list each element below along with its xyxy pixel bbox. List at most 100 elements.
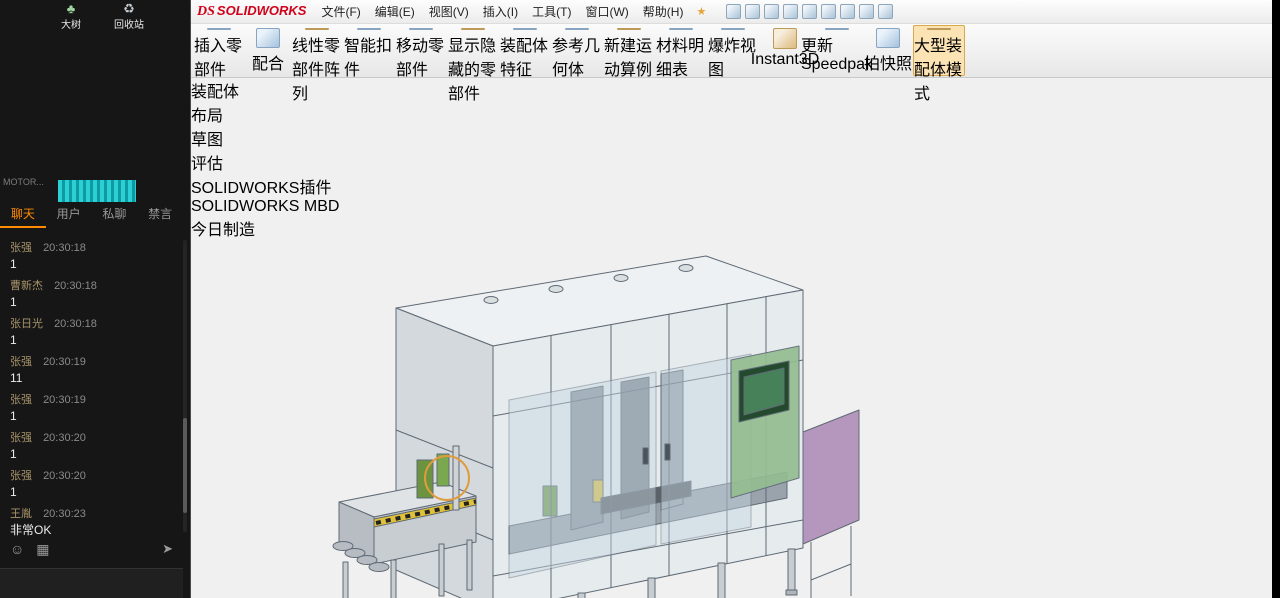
toolbar-icon[interactable]	[859, 4, 875, 19]
ribbon-button-label: 拍快照	[864, 56, 913, 73]
ribbon-button-label: 大型装配体模式	[914, 38, 963, 103]
chat-tab[interactable]: 禁言	[137, 203, 183, 228]
menu-item[interactable]: 窗口(W)	[578, 3, 635, 20]
ribbon-button[interactable]: 插入零部件	[193, 25, 245, 79]
chat-message-author: 张日光	[10, 318, 43, 330]
ribbon-button-icon	[669, 28, 693, 30]
chat-input[interactable]	[0, 568, 183, 598]
ribbon-button-label: 新建运动算例	[604, 38, 653, 79]
solidworks-window: DS SOLIDWORKS 文件(F) 编辑(E) 视图(V) 插入(I) 工具(T) 窗口…	[190, 0, 1272, 598]
chat-message-author: 张强	[10, 242, 32, 254]
ribbon-button[interactable]: 移动零部件	[395, 25, 447, 79]
chat-message-author: 张强	[10, 470, 32, 482]
desktop-icon[interactable]: ♻ 回收站	[106, 1, 152, 32]
commandmanager-tab[interactable]: 布局	[191, 102, 1272, 126]
chat-scrollbar-thumb[interactable]	[183, 418, 187, 513]
chat-message: 王胤 20:30:23 非常OK	[10, 508, 170, 536]
toolbar-icon[interactable]	[745, 4, 761, 19]
toolbar-icon[interactable]	[783, 4, 799, 19]
chat-message: 张强 20:30:20 1	[10, 470, 170, 500]
ribbon-button-icon	[461, 28, 485, 30]
chat-message-header: 王胤 20:30:23	[10, 508, 170, 521]
ribbon-button[interactable]: 智能扣件	[343, 25, 395, 79]
ribbon-button[interactable]: 参考几何体	[551, 25, 603, 79]
graphics-viewport	[191, 240, 1272, 598]
menu-item[interactable]: 工具(T)	[525, 3, 578, 20]
ribbon-button[interactable]: 大型装配体模式	[913, 25, 966, 103]
chat-tab[interactable]: 私聊	[92, 203, 138, 228]
menu-item[interactable]: 文件(F)	[314, 3, 367, 20]
chat-message-time: 20:30:20	[43, 470, 86, 482]
toolbar-icon[interactable]	[821, 4, 837, 19]
menu-item[interactable]: 插入(I)	[476, 3, 525, 20]
ribbon-button[interactable]: 线性零部件阵列	[291, 25, 343, 103]
chat-tab[interactable]: 聊天	[0, 203, 46, 228]
chat-message-time: 20:30:18	[54, 318, 97, 330]
solidworks-menubar: DS SOLIDWORKS 文件(F) 编辑(E) 视图(V) 插入(I) 工具(T) 窗口…	[191, 0, 1272, 24]
desktop-icon-glyph: ♣	[66, 1, 76, 16]
toolbar-icon[interactable]	[802, 4, 818, 19]
commandmanager-tab[interactable]: SOLIDWORKS MBD	[191, 198, 1272, 216]
ribbon-button[interactable]: 新建运动算例	[603, 25, 655, 79]
desktop-icon-label: 大树	[61, 20, 81, 31]
menu-item[interactable]: 编辑(E)	[368, 3, 422, 20]
chat-scrollbar[interactable]	[183, 240, 187, 532]
chat-message-time: 20:30:20	[43, 432, 86, 444]
emoji-icon[interactable]: ☺	[10, 541, 24, 557]
chat-message-header: 张强 20:30:20	[10, 470, 170, 483]
chat-message-author: 王胤	[10, 508, 32, 520]
ribbon-button[interactable]: 显示隐藏的零部件	[447, 25, 499, 103]
ribbon-button-icon	[357, 28, 381, 30]
ribbon-button-label: 材料明细表	[656, 38, 705, 79]
toolbar-icon[interactable]	[764, 4, 780, 19]
ribbon-button[interactable]: 材料明细表	[655, 25, 707, 79]
ribbon-button[interactable]: 配合	[245, 25, 291, 76]
ribbon-button-label: 显示隐藏的零部件	[448, 38, 497, 103]
toolbar-icon[interactable]	[878, 4, 894, 19]
ribbon-button-label: 配合	[251, 56, 284, 73]
ribbon-button-icon	[773, 28, 797, 49]
chat-message-header: 张强 20:30:18	[10, 242, 170, 255]
image-icon[interactable]: ▦	[36, 541, 49, 558]
send-icon[interactable]: ➤	[162, 541, 173, 557]
desktop-icon-glyph: ♻	[123, 1, 135, 16]
ribbon-button-label: 装配体特征	[500, 38, 549, 79]
chat-message-time: 20:30:23	[43, 508, 86, 520]
ribbon-button[interactable]: 更新 Speedpak	[801, 25, 873, 76]
chat-message: 曹新杰 20:30:18 1	[10, 280, 170, 310]
menu-item[interactable]: 视图(V)	[422, 3, 476, 20]
chat-message-header: 张强 20:30:19	[10, 356, 170, 369]
ribbon-button[interactable]: 装配体特征	[499, 25, 551, 79]
chat-message: 张日光 20:30:18 1	[10, 318, 170, 348]
ribbon-button-label: 移动零部件	[396, 38, 445, 79]
ribbon-button-icon	[513, 28, 537, 30]
solidworks-wordmark: SOLIDWORKS	[216, 3, 307, 18]
screen: DS SOLIDWORKS 文件(F) 编辑(E) 视图(V) 插入(I) 工具(T) 窗口…	[0, 0, 1280, 598]
chat-message-text: 1	[10, 333, 17, 347]
toolbar-icon[interactable]	[840, 4, 856, 19]
chat-message-text: 1	[10, 257, 17, 271]
commandmanager-tab[interactable]: 今日制造	[191, 216, 1272, 240]
ribbon-button-label: 线性零部件阵列	[292, 38, 341, 103]
chat-toolbar: ☺ ▦ ➤	[0, 536, 183, 562]
desktop-icons: ♣ 大树 ♻ 回收站	[48, 1, 152, 32]
command-manager-tabs: 装配体 布局 草图 评估 SOLIDWORKS插件 SOLIDWORKS MBD 今日制造	[191, 78, 1272, 240]
machine-3d-model[interactable]	[191, 240, 1273, 598]
commandmanager-tab[interactable]: 评估	[191, 150, 1272, 174]
ribbon-button-icon	[876, 28, 900, 48]
chat-message-time: 20:30:18	[54, 280, 97, 292]
ribbon-button[interactable]: 拍快照	[863, 25, 913, 76]
toolbar-icon[interactable]	[726, 4, 742, 19]
commandmanager-tab[interactable]: SOLIDWORKS插件	[191, 174, 1272, 198]
pin-menu-icon[interactable]: ★	[696, 5, 706, 18]
chat-tab[interactable]: 用户	[46, 203, 92, 228]
commandmanager-tab[interactable]: 草图	[191, 126, 1272, 150]
quick-access-toolbar	[726, 4, 894, 19]
desktop-icon[interactable]: ♣ 大树	[48, 1, 94, 32]
menu-item[interactable]: 帮助(H)	[636, 3, 691, 20]
chat-message-text: 11	[10, 371, 23, 385]
chat-message: 张强 20:30:19 1	[10, 394, 170, 424]
commandmanager-tab[interactable]: 装配体	[191, 78, 1272, 102]
chat-message-author: 张强	[10, 394, 32, 406]
chat-message: 张强 20:30:19 11	[10, 356, 170, 386]
